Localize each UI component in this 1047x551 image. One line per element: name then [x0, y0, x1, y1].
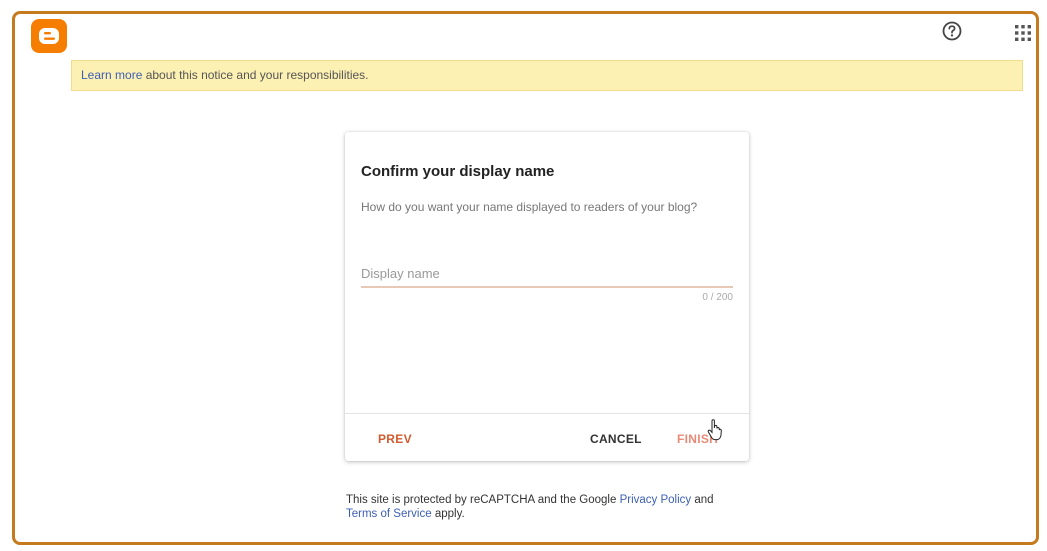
app-frame: Learn more about this notice and your re…: [12, 11, 1039, 545]
privacy-policy-link[interactable]: Privacy Policy: [620, 494, 692, 506]
display-name-dialog: Confirm your display name How do you wan…: [345, 132, 749, 461]
notice-text: about this notice and your responsibilit…: [142, 68, 369, 82]
footer-text-2: and: [691, 494, 714, 506]
top-bar: [15, 14, 1036, 60]
learn-more-link[interactable]: Learn more: [81, 68, 142, 82]
character-counter: 0 / 200: [702, 292, 733, 303]
display-name-input[interactable]: [361, 260, 733, 288]
cancel-button[interactable]: CANCEL: [590, 432, 642, 446]
prev-button[interactable]: PREV: [378, 432, 412, 446]
dialog-subtitle: How do you want your name displayed to r…: [361, 200, 698, 214]
footer-text-1: This site is protected by reCAPTCHA and …: [346, 494, 620, 506]
help-icon[interactable]: [941, 20, 963, 42]
terms-of-service-link[interactable]: Terms of Service: [346, 508, 432, 520]
apps-grid-icon[interactable]: [1014, 24, 1032, 42]
dialog-divider: [345, 413, 749, 414]
dialog-title: Confirm your display name: [361, 163, 555, 180]
blogger-logo-icon[interactable]: [31, 19, 67, 53]
notice-banner: Learn more about this notice and your re…: [71, 60, 1023, 91]
hand-cursor-icon: [707, 419, 722, 441]
footer-text-3: apply.: [431, 508, 465, 520]
recaptcha-footer: This site is protected by reCAPTCHA and …: [346, 493, 766, 521]
